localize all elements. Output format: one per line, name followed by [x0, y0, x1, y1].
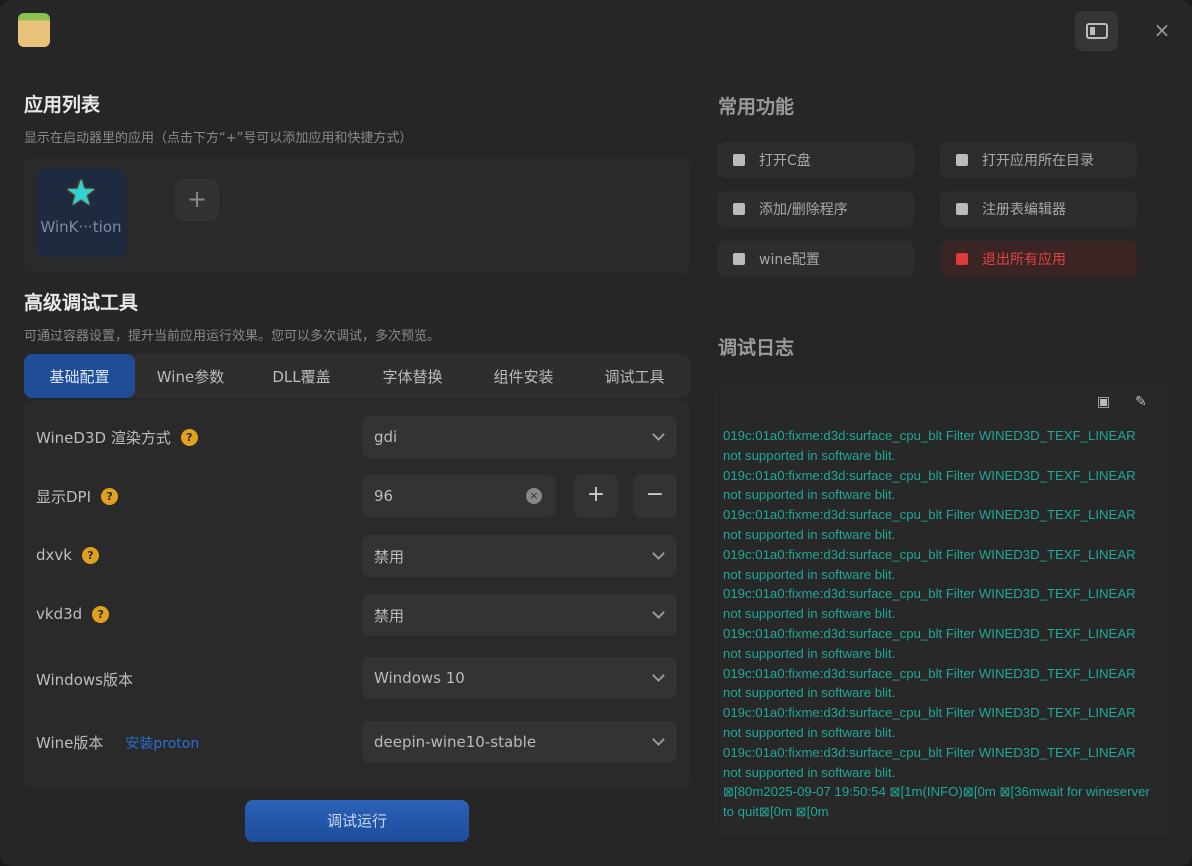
help-icon[interactable]: ?: [101, 488, 119, 505]
dpi-label: 显示DPI?: [36, 486, 119, 507]
button-label: 注册表编辑器: [982, 202, 1066, 218]
wine-config-icon: [733, 253, 745, 265]
button-label: 打开应用所在目录: [982, 153, 1094, 169]
button-label: 添加/删除程序: [759, 202, 848, 218]
windows-version-select[interactable]: Windows 10: [362, 657, 677, 699]
debug-log-panel: ▣ ✎ 019c:01a0:fixme:d3d:surface_cpu_blt …: [715, 382, 1168, 835]
vkd3d-select[interactable]: 禁用: [362, 594, 677, 636]
log-line: ⊠[80m2025-09-07 19:50:54 ⊠[1m(INFO)⊠[0m …: [723, 784, 1150, 820]
label-text: vkd3d: [36, 605, 83, 623]
export-log-icon[interactable]: ▣: [1097, 394, 1113, 410]
exit-icon: [956, 253, 968, 265]
main-window: × 应用列表 显示在启动器里的应用（点击下方“+”号可以添加应用和快捷方式） ★…: [0, 0, 1192, 866]
vkd3d-label: vkd3d?: [36, 605, 110, 623]
app-icon: ★: [64, 173, 98, 214]
open-app-dir-button[interactable]: 打开应用所在目录: [940, 142, 1137, 178]
wine-version-select[interactable]: deepin-wine10-stable: [362, 721, 677, 763]
help-icon[interactable]: ?: [180, 429, 198, 446]
debug-tools-title: 高级调试工具: [24, 292, 139, 314]
label-text: Wine版本: [36, 734, 104, 752]
tab-dll-override[interactable]: DLL覆盖: [246, 354, 357, 398]
app-list-subtitle: 显示在启动器里的应用（点击下方“+”号可以添加应用和快捷方式）: [24, 131, 413, 146]
chevron-down-icon: [652, 733, 665, 746]
app-logo-icon: [18, 13, 50, 47]
close-button[interactable]: ×: [1150, 18, 1174, 42]
chevron-down-icon: [652, 669, 665, 682]
open-c-drive-button[interactable]: 打开C盘: [717, 142, 914, 178]
install-proton-link[interactable]: 安装proton: [125, 733, 199, 753]
common-functions-title: 常用功能: [718, 96, 795, 118]
drive-icon: [733, 154, 745, 166]
clear-log-icon[interactable]: ✎: [1135, 394, 1151, 410]
input-value: 96: [374, 487, 394, 505]
log-line: 019c:01a0:fixme:d3d:surface_cpu_blt Filt…: [723, 546, 1136, 582]
sidebar-icon: [1085, 23, 1108, 39]
log-line: 019c:01a0:fixme:d3d:surface_cpu_blt Filt…: [723, 467, 1136, 503]
tab-font-replace[interactable]: 字体替换: [357, 354, 468, 398]
debug-tools-subtitle: 可通过容器设置，提升当前应用运行效果。您可以多次调试，多次预览。: [24, 329, 441, 344]
button-label: wine配置: [759, 252, 820, 268]
clear-icon[interactable]: ×: [526, 488, 542, 504]
exit-all-apps-button[interactable]: 退出所有应用: [940, 241, 1137, 277]
app-name: WinK···tion: [40, 218, 122, 236]
debug-log-title: 调试日志: [718, 337, 795, 359]
tab-basic[interactable]: 基础配置: [24, 354, 135, 398]
log-line: 019c:01a0:fixme:d3d:surface_cpu_blt Filt…: [723, 507, 1136, 542]
folder-grid-icon: [956, 154, 968, 166]
log-line: 019c:01a0:fixme:d3d:surface_cpu_blt Filt…: [723, 586, 1136, 622]
tab-bar: 基础配置 Wine参数 DLL覆盖 字体替换 组件安装 调试工具: [24, 354, 690, 398]
log-line: 019c:01a0:fixme:d3d:surface_cpu_blt Filt…: [723, 428, 1136, 463]
wine-version-label: Wine版本 安装proton: [36, 732, 199, 753]
dpi-input[interactable]: 96 ×: [362, 475, 556, 517]
debug-run-button[interactable]: 调试运行: [245, 800, 469, 842]
tab-wine-params[interactable]: Wine参数: [135, 354, 246, 398]
log-text: 019c:01a0:fixme:d3d:surface_cpu_blt Filt…: [723, 426, 1154, 822]
log-line: 019c:01a0:fixme:d3d:surface_cpu_blt Filt…: [723, 744, 1136, 780]
add-app-button[interactable]: +: [175, 179, 219, 221]
app-item[interactable]: ★ WinK···tion: [36, 169, 126, 257]
registry-editor-button[interactable]: 注册表编辑器: [940, 191, 1137, 227]
log-line: 019c:01a0:fixme:d3d:surface_cpu_blt Filt…: [723, 705, 1136, 740]
select-value: 禁用: [374, 547, 405, 566]
wined3d-label: WineD3D 渲染方式?: [36, 427, 198, 448]
dpi-increase-button[interactable]: +: [574, 474, 618, 518]
label-text: 显示DPI: [36, 488, 92, 506]
chevron-down-icon: [652, 606, 665, 619]
label-text: dxvk: [36, 546, 72, 564]
chevron-down-icon: [652, 428, 665, 441]
log-line: 019c:01a0:fixme:d3d:surface_cpu_blt Filt…: [723, 665, 1136, 701]
label-text: Windows版本: [36, 671, 133, 689]
dxvk-select[interactable]: 禁用: [362, 535, 677, 577]
dxvk-label: dxvk?: [36, 546, 99, 564]
wine-config-button[interactable]: wine配置: [717, 241, 914, 277]
help-icon[interactable]: ?: [81, 546, 99, 564]
tab-components[interactable]: 组件安装: [468, 354, 579, 398]
log-line: 019c:01a0:fixme:d3d:surface_cpu_blt Filt…: [723, 625, 1136, 661]
app-list-title: 应用列表: [24, 94, 101, 116]
button-label: 退出所有应用: [982, 252, 1066, 268]
button-label: 打开C盘: [759, 153, 811, 169]
registry-icon: [956, 203, 968, 215]
tab-debug-tools[interactable]: 调试工具: [579, 354, 690, 398]
select-value: 禁用: [374, 606, 405, 625]
chevron-down-icon: [652, 547, 665, 560]
select-value: deepin-wine10-stable: [374, 733, 537, 751]
add-remove-programs-button[interactable]: 添加/删除程序: [717, 191, 914, 227]
label-text: WineD3D 渲染方式: [36, 429, 171, 447]
basket-icon: [733, 203, 745, 215]
select-value: Windows 10: [374, 669, 465, 687]
wined3d-select[interactable]: gdi: [362, 416, 677, 458]
help-icon[interactable]: ?: [92, 605, 110, 623]
sidebar-toggle-button[interactable]: [1075, 11, 1118, 51]
windows-version-label: Windows版本: [36, 669, 133, 690]
dpi-decrease-button[interactable]: −: [633, 474, 677, 518]
select-value: gdi: [374, 428, 398, 446]
